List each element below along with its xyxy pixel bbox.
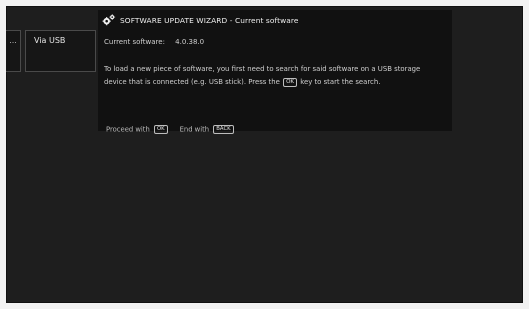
menu-tab-via-usb-label: Via USB [34, 36, 66, 45]
ok-button-icon: OK [153, 125, 168, 134]
current-software-row: Current software: 4.0.38.0 [104, 38, 204, 46]
proceed-hint[interactable]: Proceed with OK [106, 125, 168, 134]
gear-icon [102, 14, 116, 26]
tv-screen: ... Via USB SOFTWARE UPDATE WIZARD - Cur… [6, 6, 523, 303]
current-software-value: 4.0.38.0 [175, 38, 205, 46]
ok-key-icon: OK [283, 77, 298, 87]
menu-tab-previous-label: ... [9, 36, 17, 45]
dialog-title-bar: SOFTWARE UPDATE WIZARD - Current softwar… [98, 10, 452, 30]
back-button-icon: BACK [213, 125, 234, 134]
menu-tab-previous[interactable]: ... [6, 30, 21, 72]
end-label: End with [179, 125, 210, 134]
dialog-title-subtitle: Current software [235, 15, 299, 25]
dialog-footer: Proceed with OK End with BACK [106, 125, 234, 134]
dialog-body-text: To load a new piece of software, you fir… [104, 63, 444, 89]
software-update-dialog: SOFTWARE UPDATE WIZARD - Current softwar… [98, 10, 452, 134]
dialog-title: SOFTWARE UPDATE WIZARD - Current softwar… [120, 16, 298, 25]
dialog-title-main: SOFTWARE UPDATE WIZARD [120, 15, 228, 25]
proceed-label: Proceed with [106, 125, 150, 134]
end-hint[interactable]: End with BACK [180, 125, 234, 134]
menu-tab-via-usb[interactable]: Via USB [25, 30, 96, 72]
current-software-label: Current software: [104, 38, 165, 46]
dialog-title-separator: - [227, 15, 236, 25]
body-text-part2: key to start the search. [300, 78, 381, 86]
